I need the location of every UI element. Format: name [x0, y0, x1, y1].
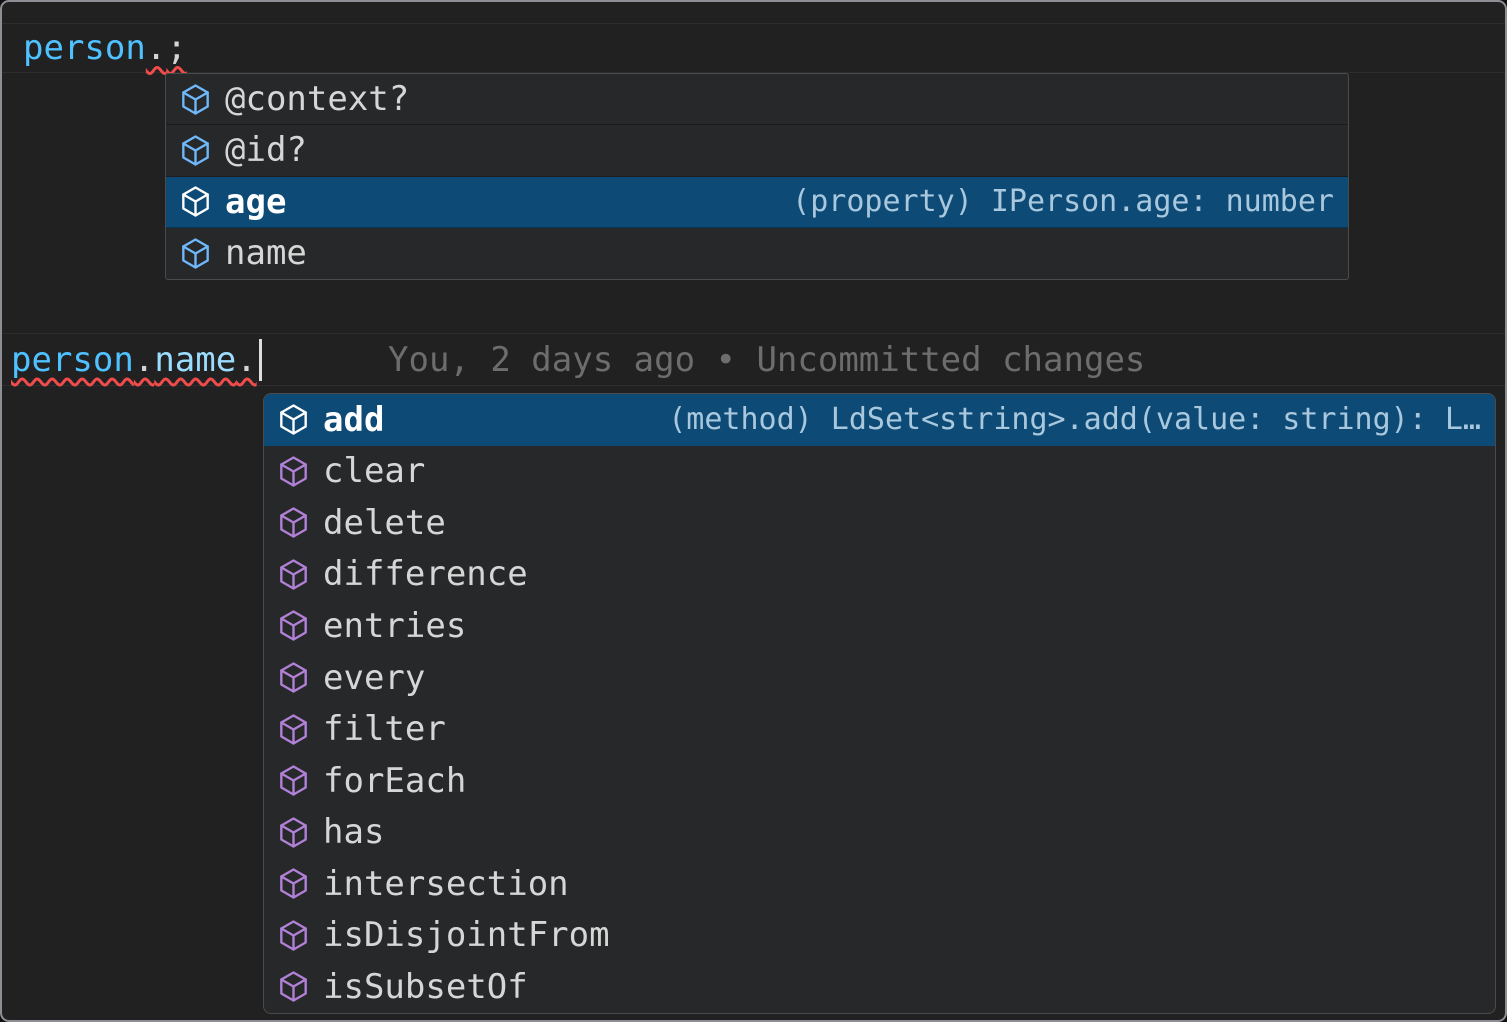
suggestion-label: intersection	[323, 864, 569, 904]
symbol-cube-icon	[277, 558, 310, 591]
symbol-cube-icon	[277, 816, 310, 849]
suggestion-label: name	[225, 233, 307, 273]
suggestion-label: filter	[323, 709, 446, 749]
suggestion-item[interactable]: entries	[264, 600, 1495, 652]
suggestion-detail: (method) LdSet<string>.add(value: string…	[638, 402, 1481, 437]
suggestion-item[interactable]: difference	[264, 549, 1495, 601]
suggestion-item[interactable]: has	[264, 806, 1495, 858]
suggestion-item[interactable]: clear	[264, 446, 1495, 498]
symbol-cube-icon	[277, 867, 310, 900]
code-token: .	[236, 340, 256, 380]
symbol-cube-icon	[277, 455, 310, 488]
suggestion-label: delete	[323, 503, 446, 543]
code-line-1[interactable]: person.;	[2, 23, 1505, 73]
suggest-widget-properties: @context? @id? age (property) IPerson.ag…	[165, 73, 1349, 280]
symbol-cube-icon	[179, 237, 212, 270]
suggestion-item[interactable]: delete	[264, 497, 1495, 549]
suggestion-item[interactable]: add (method) LdSet<string>.add(value: st…	[264, 394, 1495, 446]
suggestion-item[interactable]: forEach	[264, 755, 1495, 807]
symbol-cube-icon	[179, 185, 212, 218]
suggestion-item[interactable]: filter	[264, 703, 1495, 755]
suggest-widget-methods: add (method) LdSet<string>.add(value: st…	[263, 393, 1496, 1014]
symbol-cube-icon	[179, 83, 212, 116]
code-line-2[interactable]: person.name. You, 2 days ago • Uncommitt…	[2, 333, 1505, 386]
suggestion-label: difference	[323, 554, 528, 594]
text-cursor	[259, 339, 262, 381]
code-token: .	[134, 340, 154, 380]
symbol-cube-icon	[277, 764, 310, 797]
symbol-cube-icon	[277, 661, 310, 694]
editor-frame: person.; @context? @id?	[0, 0, 1507, 1022]
suggestion-item[interactable]: isSubsetOf	[264, 961, 1495, 1013]
suggestion-item[interactable]: age (property) IPerson.age: number	[166, 177, 1348, 228]
suggestion-detail: (property) IPerson.age: number	[762, 184, 1334, 219]
code-token: ;	[166, 28, 186, 68]
suggestion-label: entries	[323, 606, 466, 646]
suggestion-label: forEach	[323, 761, 466, 801]
symbol-cube-icon	[277, 506, 310, 539]
symbol-cube-icon	[277, 970, 310, 1003]
suggestion-item[interactable]: isDisjointFrom	[264, 909, 1495, 961]
git-blame-annotation: You, 2 days ago • Uncommitted changes	[388, 334, 1145, 385]
code-token: person	[11, 340, 134, 380]
code-token: .	[146, 28, 166, 68]
suggestion-item[interactable]: @id?	[166, 125, 1348, 176]
suggestion-item[interactable]: every	[264, 652, 1495, 704]
suggestion-label: age	[225, 182, 286, 222]
suggestion-item[interactable]: intersection	[264, 858, 1495, 910]
code-text: person.name.	[11, 340, 257, 380]
suggestion-label: add	[323, 400, 384, 440]
suggestion-item[interactable]: @context?	[166, 74, 1348, 125]
suggestion-label: has	[323, 812, 384, 852]
code-token: person	[23, 28, 146, 68]
suggestion-label: every	[323, 658, 425, 698]
suggestion-label: @id?	[225, 130, 307, 170]
code-text: person.;	[23, 28, 187, 68]
symbol-cube-icon	[277, 403, 310, 436]
symbol-cube-icon	[277, 713, 310, 746]
symbol-cube-icon	[277, 919, 310, 952]
suggestion-label: isDisjointFrom	[323, 915, 610, 955]
suggestion-label: clear	[323, 451, 425, 491]
symbol-cube-icon	[179, 134, 212, 167]
suggestion-item[interactable]: name	[166, 228, 1348, 279]
code-token: name	[154, 340, 236, 380]
suggestion-label: @context?	[225, 79, 409, 119]
symbol-cube-icon	[277, 609, 310, 642]
suggestion-label: isSubsetOf	[323, 967, 528, 1007]
